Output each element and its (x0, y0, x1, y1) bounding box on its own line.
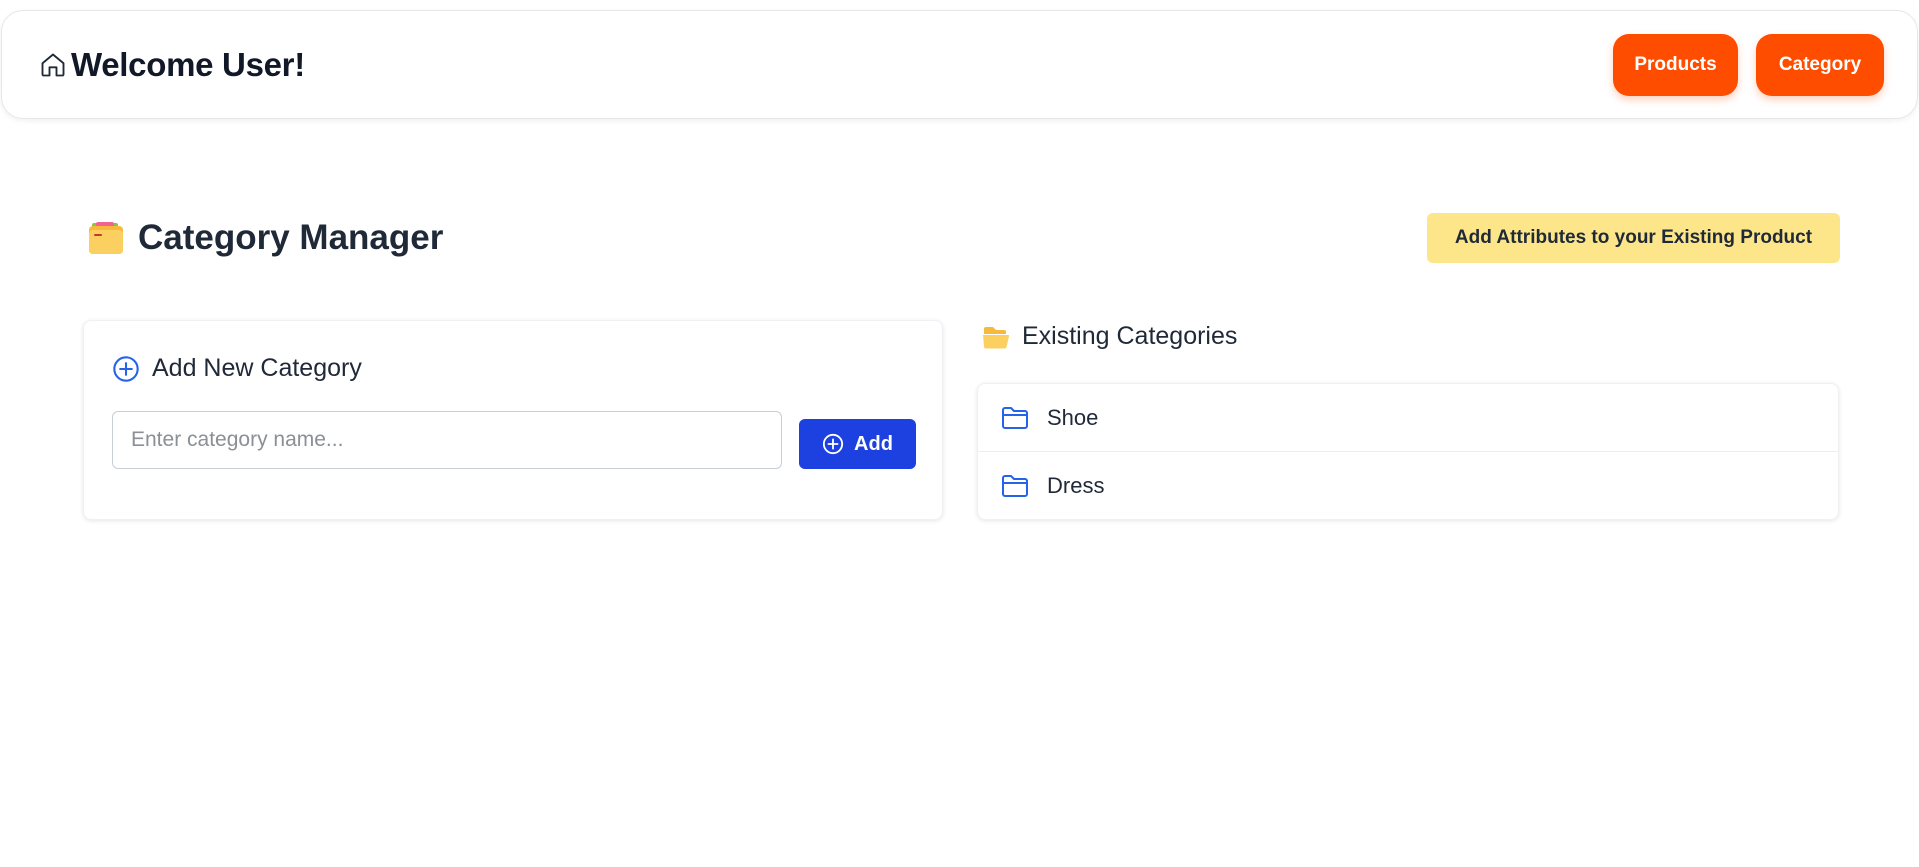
top-nav: Products Category (1613, 33, 1884, 96)
add-category-card: Add New Category Add (83, 320, 943, 520)
plus-circle-icon (822, 433, 844, 455)
page-heading: Category Manager Add Attributes to your … (88, 212, 1840, 264)
products-nav-button[interactable]: Products (1613, 33, 1738, 96)
category-nav-button[interactable]: Category (1756, 33, 1884, 96)
existing-categories-header: Existing Categories (982, 322, 1237, 351)
category-item-dress[interactable]: Dress (978, 452, 1838, 519)
page-title-wrap: Category Manager (88, 218, 443, 258)
existing-categories-title: Existing Categories (1022, 322, 1238, 350)
add-category-header: Add New Category (112, 354, 362, 383)
add-category-button[interactable]: Add (799, 419, 916, 469)
folder-icon (1001, 406, 1029, 430)
open-folder-icon (982, 324, 1010, 350)
card-index-folder-icon (88, 221, 124, 255)
plus-circle-icon (112, 355, 140, 383)
top-navbar: Welcome User! Products Category (1, 10, 1918, 119)
welcome-title: Welcome User! (71, 45, 305, 83)
add-category-title: Add New Category (152, 354, 362, 382)
category-item-label: Dress (1047, 473, 1105, 498)
category-item-shoe[interactable]: Shoe (978, 384, 1838, 452)
category-name-input[interactable] (112, 411, 782, 469)
add-attributes-button[interactable]: Add Attributes to your Existing Product (1427, 213, 1840, 263)
brand: Welcome User! (39, 46, 305, 84)
category-list: Shoe Dress (977, 383, 1839, 520)
page-title: Category Manager (138, 218, 444, 257)
home-icon[interactable] (39, 51, 67, 79)
add-button-label: Add (854, 432, 893, 455)
category-item-label: Shoe (1047, 404, 1099, 430)
folder-icon (1001, 474, 1029, 498)
